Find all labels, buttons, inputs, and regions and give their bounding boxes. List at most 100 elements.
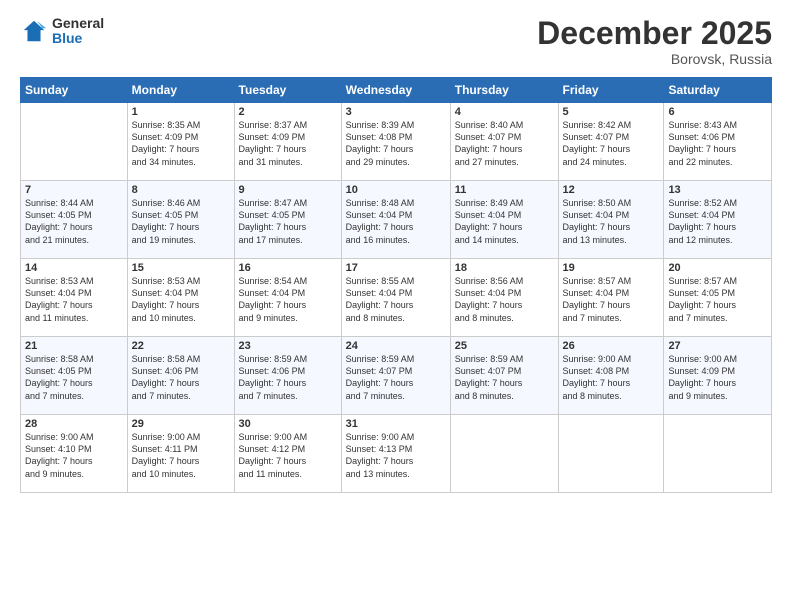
calendar-cell: 21Sunrise: 8:58 AM Sunset: 4:05 PM Dayli… bbox=[21, 337, 128, 415]
calendar-day-header: Monday bbox=[127, 78, 234, 103]
page-container: General Blue December 2025 Borovsk, Russ… bbox=[0, 0, 792, 612]
calendar-cell: 22Sunrise: 8:58 AM Sunset: 4:06 PM Dayli… bbox=[127, 337, 234, 415]
calendar-cell: 15Sunrise: 8:53 AM Sunset: 4:04 PM Dayli… bbox=[127, 259, 234, 337]
calendar-day-header: Tuesday bbox=[234, 78, 341, 103]
day-info: Sunrise: 8:50 AM Sunset: 4:04 PM Dayligh… bbox=[563, 197, 660, 246]
calendar-cell: 31Sunrise: 9:00 AM Sunset: 4:13 PM Dayli… bbox=[341, 415, 450, 493]
day-info: Sunrise: 8:59 AM Sunset: 4:07 PM Dayligh… bbox=[455, 353, 554, 402]
day-number: 27 bbox=[668, 340, 767, 352]
calendar-day-header: Sunday bbox=[21, 78, 128, 103]
calendar-cell: 9Sunrise: 8:47 AM Sunset: 4:05 PM Daylig… bbox=[234, 181, 341, 259]
day-info: Sunrise: 8:59 AM Sunset: 4:07 PM Dayligh… bbox=[346, 353, 446, 402]
calendar-day-header: Saturday bbox=[664, 78, 772, 103]
calendar-cell: 20Sunrise: 8:57 AM Sunset: 4:05 PM Dayli… bbox=[664, 259, 772, 337]
day-number: 9 bbox=[239, 184, 337, 196]
day-number: 25 bbox=[455, 340, 554, 352]
day-info: Sunrise: 9:00 AM Sunset: 4:08 PM Dayligh… bbox=[563, 353, 660, 402]
calendar-cell: 14Sunrise: 8:53 AM Sunset: 4:04 PM Dayli… bbox=[21, 259, 128, 337]
calendar-day-header: Thursday bbox=[450, 78, 558, 103]
day-number: 16 bbox=[239, 262, 337, 274]
day-info: Sunrise: 9:00 AM Sunset: 4:12 PM Dayligh… bbox=[239, 431, 337, 480]
calendar-cell: 10Sunrise: 8:48 AM Sunset: 4:04 PM Dayli… bbox=[341, 181, 450, 259]
calendar-cell bbox=[558, 415, 664, 493]
day-info: Sunrise: 8:57 AM Sunset: 4:04 PM Dayligh… bbox=[563, 275, 660, 324]
calendar-cell: 16Sunrise: 8:54 AM Sunset: 4:04 PM Dayli… bbox=[234, 259, 341, 337]
day-number: 21 bbox=[25, 340, 123, 352]
day-info: Sunrise: 8:46 AM Sunset: 4:05 PM Dayligh… bbox=[132, 197, 230, 246]
calendar-day-header: Wednesday bbox=[341, 78, 450, 103]
calendar-cell: 1Sunrise: 8:35 AM Sunset: 4:09 PM Daylig… bbox=[127, 103, 234, 181]
day-number: 29 bbox=[132, 418, 230, 430]
title-block: December 2025 Borovsk, Russia bbox=[537, 16, 772, 67]
calendar-table: SundayMondayTuesdayWednesdayThursdayFrid… bbox=[20, 77, 772, 493]
day-info: Sunrise: 8:59 AM Sunset: 4:06 PM Dayligh… bbox=[239, 353, 337, 402]
calendar-cell: 23Sunrise: 8:59 AM Sunset: 4:06 PM Dayli… bbox=[234, 337, 341, 415]
calendar-cell: 28Sunrise: 9:00 AM Sunset: 4:10 PM Dayli… bbox=[21, 415, 128, 493]
calendar-week-row: 14 Sunrise: 8:53 AM Sunset: 4:04 PM Dayli… bbox=[21, 259, 772, 337]
location: Borovsk, Russia bbox=[537, 51, 772, 67]
logo-icon bbox=[20, 17, 48, 45]
day-number: 5 bbox=[563, 106, 660, 118]
day-number: 15 bbox=[132, 262, 230, 274]
day-info: Sunrise: 8:52 AM Sunset: 4:04 PM Dayligh… bbox=[668, 197, 767, 246]
day-number: 19 bbox=[563, 262, 660, 274]
calendar-cell: 29Sunrise: 9:00 AM Sunset: 4:11 PM Dayli… bbox=[127, 415, 234, 493]
day-number: 4 bbox=[455, 106, 554, 118]
calendar-cell: 7Sunrise: 8:44 AM Sunset: 4:05 PM Daylig… bbox=[21, 181, 128, 259]
day-info: Sunrise: 8:47 AM Sunset: 4:05 PM Dayligh… bbox=[239, 197, 337, 246]
calendar-cell: 3Sunrise: 8:39 AM Sunset: 4:08 PM Daylig… bbox=[341, 103, 450, 181]
day-number: 17 bbox=[346, 262, 446, 274]
day-info: Sunrise: 8:42 AM Sunset: 4:07 PM Dayligh… bbox=[563, 119, 660, 168]
day-number: 18 bbox=[455, 262, 554, 274]
logo-text: General Blue bbox=[52, 16, 104, 47]
calendar-cell: 11Sunrise: 8:49 AM Sunset: 4:04 PM Dayli… bbox=[450, 181, 558, 259]
calendar-cell: 18Sunrise: 8:56 AM Sunset: 4:04 PM Dayli… bbox=[450, 259, 558, 337]
day-number: 11 bbox=[455, 184, 554, 196]
calendar-cell: 5Sunrise: 8:42 AM Sunset: 4:07 PM Daylig… bbox=[558, 103, 664, 181]
calendar-cell: 17Sunrise: 8:55 AM Sunset: 4:04 PM Dayli… bbox=[341, 259, 450, 337]
day-number: 28 bbox=[25, 418, 123, 430]
month-title: December 2025 bbox=[537, 16, 772, 51]
day-number: 10 bbox=[346, 184, 446, 196]
calendar-day-header: Friday bbox=[558, 78, 664, 103]
calendar-cell: 25Sunrise: 8:59 AM Sunset: 4:07 PM Dayli… bbox=[450, 337, 558, 415]
day-info: Sunrise: 8:35 AM Sunset: 4:09 PM Dayligh… bbox=[132, 119, 230, 168]
logo: General Blue bbox=[20, 16, 104, 47]
day-number: 8 bbox=[132, 184, 230, 196]
calendar-cell: 2Sunrise: 8:37 AM Sunset: 4:09 PM Daylig… bbox=[234, 103, 341, 181]
day-info: Sunrise: 8:43 AM Sunset: 4:06 PM Dayligh… bbox=[668, 119, 767, 168]
day-number: 3 bbox=[346, 106, 446, 118]
calendar-cell bbox=[664, 415, 772, 493]
day-info: Sunrise: 9:00 AM Sunset: 4:11 PM Dayligh… bbox=[132, 431, 230, 480]
day-number: 14 bbox=[25, 262, 123, 274]
day-info: Sunrise: 8:49 AM Sunset: 4:04 PM Dayligh… bbox=[455, 197, 554, 246]
day-info: Sunrise: 8:56 AM Sunset: 4:04 PM Dayligh… bbox=[455, 275, 554, 324]
day-number: 26 bbox=[563, 340, 660, 352]
calendar-week-row: 7Sunrise: 8:44 AM Sunset: 4:05 PM Daylig… bbox=[21, 181, 772, 259]
calendar-week-row: 21Sunrise: 8:58 AM Sunset: 4:05 PM Dayli… bbox=[21, 337, 772, 415]
calendar-cell: 8Sunrise: 8:46 AM Sunset: 4:05 PM Daylig… bbox=[127, 181, 234, 259]
day-number: 30 bbox=[239, 418, 337, 430]
calendar-cell: 30Sunrise: 9:00 AM Sunset: 4:12 PM Dayli… bbox=[234, 415, 341, 493]
calendar-cell: 13Sunrise: 8:52 AM Sunset: 4:04 PM Dayli… bbox=[664, 181, 772, 259]
day-number: 24 bbox=[346, 340, 446, 352]
day-info: Sunrise: 8:48 AM Sunset: 4:04 PM Dayligh… bbox=[346, 197, 446, 246]
calendar-week-row: 28Sunrise: 9:00 AM Sunset: 4:10 PM Dayli… bbox=[21, 415, 772, 493]
day-info: Sunrise: 8:53 AM Sunset: 4:04 PM Dayligh… bbox=[132, 275, 230, 324]
day-number: 13 bbox=[668, 184, 767, 196]
day-info: Sunrise: 9:00 AM Sunset: 4:09 PM Dayligh… bbox=[668, 353, 767, 402]
page-header: General Blue December 2025 Borovsk, Russ… bbox=[20, 16, 772, 67]
logo-blue: Blue bbox=[52, 31, 104, 46]
calendar-cell: 12Sunrise: 8:50 AM Sunset: 4:04 PM Dayli… bbox=[558, 181, 664, 259]
calendar-cell: 4Sunrise: 8:40 AM Sunset: 4:07 PM Daylig… bbox=[450, 103, 558, 181]
calendar-cell: 24Sunrise: 8:59 AM Sunset: 4:07 PM Dayli… bbox=[341, 337, 450, 415]
calendar-body: 1Sunrise: 8:35 AM Sunset: 4:09 PM Daylig… bbox=[21, 103, 772, 493]
day-info: Sunrise: 8:39 AM Sunset: 4:08 PM Dayligh… bbox=[346, 119, 446, 168]
day-info: Sunrise: 8:37 AM Sunset: 4:09 PM Dayligh… bbox=[239, 119, 337, 168]
calendar-header-row: SundayMondayTuesdayWednesdayThursdayFrid… bbox=[21, 78, 772, 103]
day-number: 7 bbox=[25, 184, 123, 196]
calendar-cell: 19Sunrise: 8:57 AM Sunset: 4:04 PM Dayli… bbox=[558, 259, 664, 337]
day-number: 2 bbox=[239, 106, 337, 118]
day-number: 20 bbox=[668, 262, 767, 274]
day-number: 31 bbox=[346, 418, 446, 430]
